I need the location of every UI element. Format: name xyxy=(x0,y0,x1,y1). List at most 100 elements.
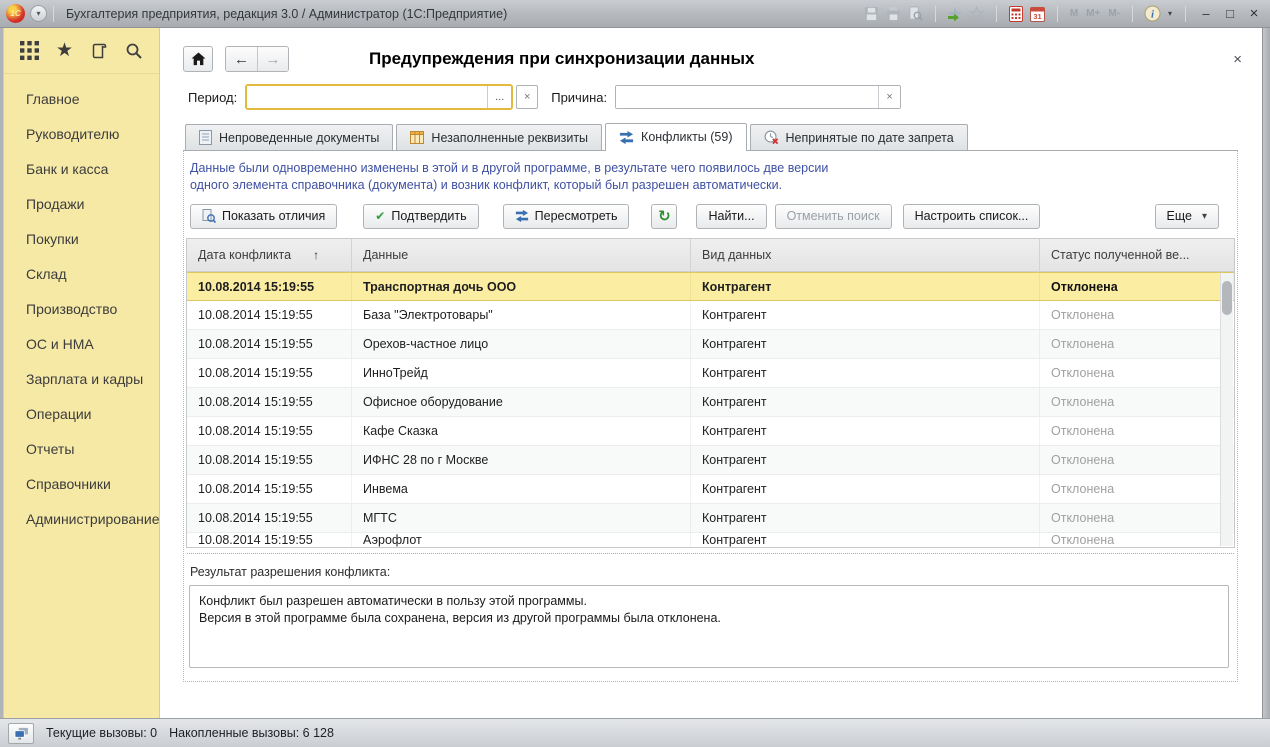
calendar-icon[interactable]: 31 xyxy=(1029,5,1047,23)
form-header: ← → Предупреждения при синхронизации дан… xyxy=(160,28,1262,74)
column-header-data[interactable]: Данные xyxy=(352,239,691,271)
configure-list-button[interactable]: Настроить список... xyxy=(903,204,1041,229)
sidebar-item[interactable]: Главное xyxy=(26,82,159,117)
review-button[interactable]: Пересмотреть xyxy=(503,204,630,229)
search-icon[interactable] xyxy=(125,42,143,60)
table-row[interactable]: 10.08.2014 15:19:55 Кафе Сказка Контраге… xyxy=(187,417,1234,446)
cell-status: Отклонена xyxy=(1040,504,1234,532)
table-row[interactable]: 10.08.2014 15:19:55 Инвема Контрагент От… xyxy=(187,475,1234,504)
cell-data: Орехов-частное лицо xyxy=(352,330,691,358)
table-row[interactable]: 10.08.2014 15:19:55 Аэрофлот Контрагент … xyxy=(187,533,1234,547)
cell-data: Инвема xyxy=(352,475,691,503)
table-row[interactable]: 10.08.2014 15:19:55 ИнноТрейд Контрагент… xyxy=(187,359,1234,388)
sidebar-item[interactable]: Отчеты xyxy=(26,432,159,467)
cell-kind: Контрагент xyxy=(691,273,1040,300)
cell-data: Аэрофлот xyxy=(352,533,691,547)
sidebar-item[interactable]: Покупки xyxy=(26,222,159,257)
print-icon[interactable] xyxy=(885,5,903,23)
column-header-date[interactable]: Дата конфликта ↑ xyxy=(187,239,352,271)
tab-conflicts[interactable]: Конфликты (59) xyxy=(605,123,746,150)
main-area: ← → Предупреждения при синхронизации дан… xyxy=(160,28,1262,718)
forward-arrow-icon: → xyxy=(266,51,281,68)
window-body: ★ ГлавноеРуководителюБанк и кассаПродажи… xyxy=(4,28,1262,718)
titlebar-tools: 31 M M+ M- i ▾ – □ × xyxy=(863,5,1264,23)
sidebar-item[interactable]: Операции xyxy=(26,397,159,432)
table-scrollbar[interactable] xyxy=(1220,273,1233,546)
sidebar-item[interactable]: Продажи xyxy=(26,187,159,222)
favorites-star-icon[interactable]: ★ xyxy=(56,41,73,60)
conflicts-panel: Данные были одновременно изменены в этой… xyxy=(183,150,1238,682)
memory-minus-button[interactable]: M- xyxy=(1106,5,1122,23)
menu-grid-icon[interactable] xyxy=(20,41,39,60)
sidebar-item[interactable]: Справочники xyxy=(26,467,159,502)
main-menu-dropdown-button[interactable]: ▾ xyxy=(30,5,47,22)
save-icon[interactable] xyxy=(863,5,881,23)
clear-icon: × xyxy=(886,91,892,103)
sidebar-item[interactable]: Руководителю xyxy=(26,117,159,152)
info-icon[interactable]: i xyxy=(1143,5,1161,23)
home-button[interactable] xyxy=(183,46,213,72)
clock-rejected-icon xyxy=(764,130,779,145)
tab-rejected-by-date[interactable]: Непринятые по дате запрета xyxy=(750,124,968,150)
reason-clear-button[interactable]: × xyxy=(878,86,900,108)
cell-status: Отклонена xyxy=(1040,533,1234,547)
separator xyxy=(53,6,54,22)
accumulated-calls: Накопленные вызовы: 6 128 xyxy=(169,726,334,740)
sidebar-item[interactable]: Склад xyxy=(26,257,159,292)
find-button[interactable]: Найти... xyxy=(696,204,766,229)
period-clear-button[interactable]: × xyxy=(516,85,538,109)
refresh-button[interactable]: ↻ xyxy=(651,204,677,229)
show-differences-button[interactable]: Показать отличия xyxy=(190,204,337,229)
favorites-icon[interactable] xyxy=(968,5,986,23)
maximize-button[interactable]: □ xyxy=(1220,5,1240,23)
forward-button[interactable]: → xyxy=(257,47,288,71)
cell-data: Транспортная дочь ООО xyxy=(352,273,691,300)
splitter[interactable] xyxy=(187,553,1234,554)
column-header-status[interactable]: Статус полученной ве... xyxy=(1040,239,1234,271)
cell-kind: Контрагент xyxy=(691,417,1040,445)
info-dropdown-icon[interactable]: ▾ xyxy=(1165,5,1175,23)
memory-plus-button[interactable]: M+ xyxy=(1084,5,1102,23)
cell-data: ИФНС 28 по г Москве xyxy=(352,446,691,474)
cell-date: 10.08.2014 15:19:55 xyxy=(187,301,352,329)
back-button[interactable]: ← xyxy=(226,47,257,71)
scrollbar-thumb[interactable] xyxy=(1222,281,1232,315)
sidebar-item[interactable]: Производство xyxy=(26,292,159,327)
sidebar-menu: ГлавноеРуководителюБанк и кассаПродажиПо… xyxy=(4,74,159,537)
add-favorite-icon[interactable] xyxy=(946,5,964,23)
sidebar-item[interactable]: Администрирование xyxy=(26,502,159,537)
cell-date: 10.08.2014 15:19:55 xyxy=(187,533,352,547)
table-row[interactable]: 10.08.2014 15:19:55 Офисное оборудование… xyxy=(187,388,1234,417)
history-icon[interactable] xyxy=(90,42,108,60)
tab-unfilled-attributes[interactable]: Незаполненные реквизиты xyxy=(396,124,602,150)
sidebar-item[interactable]: ОС и НМА xyxy=(26,327,159,362)
column-header-kind[interactable]: Вид данных xyxy=(691,239,1040,271)
sidebar-item[interactable]: Зарплата и кадры xyxy=(26,362,159,397)
tab-unposted-documents[interactable]: Непроведенные документы xyxy=(185,124,393,150)
cell-status: Отклонена xyxy=(1040,475,1234,503)
memory-recall-button[interactable]: M xyxy=(1068,5,1080,23)
period-input[interactable] xyxy=(247,86,487,108)
table-row[interactable]: 10.08.2014 15:19:55 МГТС Контрагент Откл… xyxy=(187,504,1234,533)
cell-kind: Контрагент xyxy=(691,533,1040,547)
server-calls-button[interactable] xyxy=(8,723,34,744)
home-icon xyxy=(191,52,206,66)
reason-input[interactable] xyxy=(616,86,878,108)
sort-asc-icon: ↑ xyxy=(313,248,319,262)
calculator-icon[interactable] xyxy=(1007,5,1025,23)
table-row[interactable]: 10.08.2014 15:19:55 ИФНС 28 по г Москве … xyxy=(187,446,1234,475)
sidebar-item[interactable]: Банк и касса xyxy=(26,152,159,187)
table-row[interactable]: 10.08.2014 15:19:55 Орехов-частное лицо … xyxy=(187,330,1234,359)
cell-date: 10.08.2014 15:19:55 xyxy=(187,359,352,387)
minimize-button[interactable]: – xyxy=(1196,5,1216,23)
separator xyxy=(1185,6,1186,22)
close-window-button[interactable]: × xyxy=(1244,5,1264,23)
more-button[interactable]: Еще ▾ xyxy=(1155,204,1219,229)
print-preview-icon[interactable] xyxy=(907,5,925,23)
cancel-search-button[interactable]: Отменить поиск xyxy=(775,204,892,229)
confirm-button[interactable]: ✔ Подтвердить xyxy=(363,204,478,229)
period-picker-button[interactable]: ... xyxy=(487,86,511,108)
table-row[interactable]: 10.08.2014 15:19:55 База "Электротовары"… xyxy=(187,301,1234,330)
table-row[interactable]: 10.08.2014 15:19:55 Транспортная дочь ОО… xyxy=(187,272,1234,301)
close-form-button[interactable]: × xyxy=(1233,52,1242,67)
